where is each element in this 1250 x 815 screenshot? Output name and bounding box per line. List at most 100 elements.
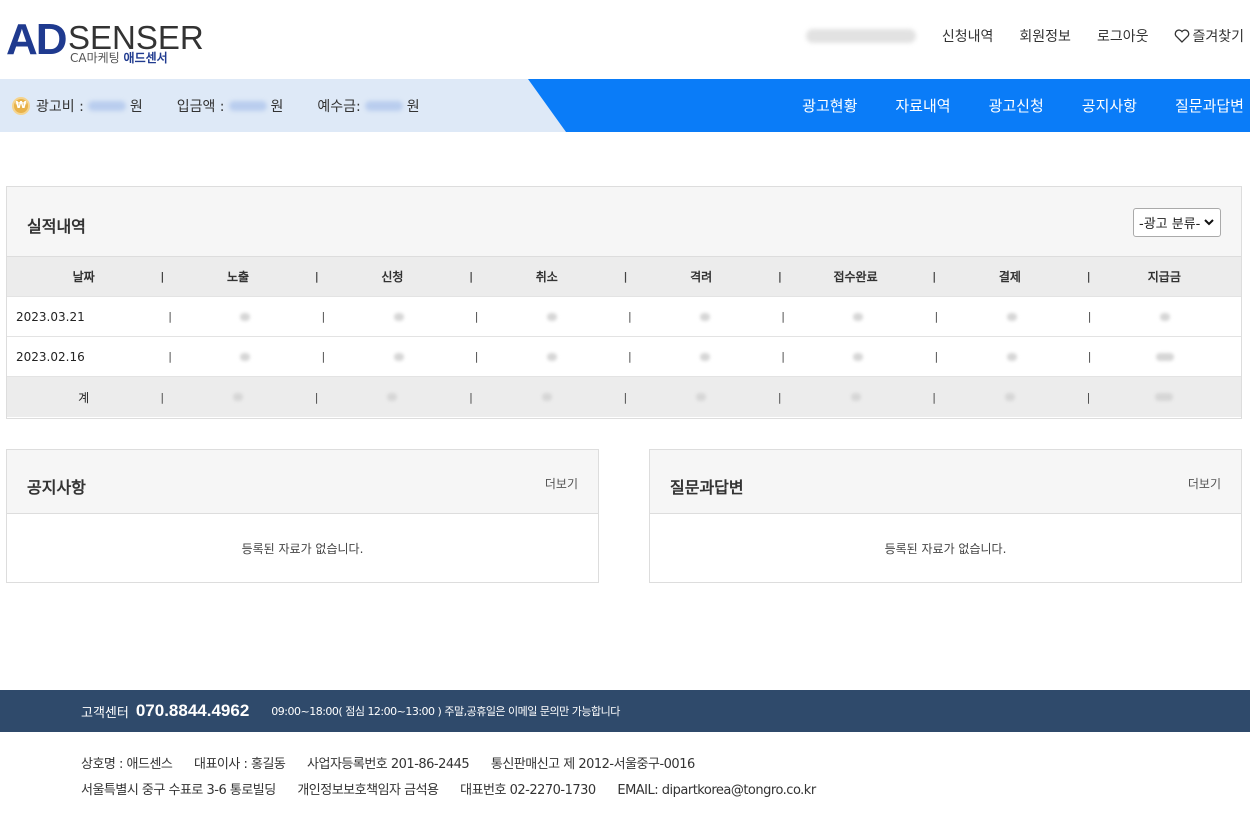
notice-header: 공지사항 더보기 — [7, 450, 598, 514]
table-row: 2023.03.21 | | | | | | | — [7, 297, 1241, 337]
reserve-value-redacted — [364, 100, 403, 111]
top-nav-applications[interactable]: 신청내역 — [942, 26, 994, 46]
company-info-line: 서울특별시 중구 수표로 3-6 통로빌딩 개인정보보호책임자 금석용 대표번호… — [81, 778, 834, 804]
email: EMAIL: dipartkorea@tongro.co.kr — [617, 783, 816, 798]
ad-category-select[interactable]: -광고 분류- — [1133, 208, 1221, 237]
qna-header: 질문과답변 더보기 — [650, 450, 1241, 514]
company-name: 상호명 : 애드센스 — [81, 757, 173, 772]
redacted-cell — [629, 310, 781, 324]
redacted-cell — [323, 310, 475, 324]
favorites-link[interactable]: 즐겨찾기 — [1174, 26, 1244, 46]
performance-title: 실적내역 — [27, 217, 86, 236]
ad-fee-unit: 원 — [129, 98, 143, 115]
column-header: 결제 — [998, 270, 1021, 284]
reserve-unit: 원 — [406, 98, 420, 115]
column-header: 신청 — [381, 270, 404, 284]
redacted-cell — [169, 310, 321, 324]
nav-notice[interactable]: 공지사항 — [1082, 95, 1137, 116]
table-row: 2023.02.16 | | | | | | | — [7, 337, 1241, 377]
ecommerce-registration: 통신판매신고 제 2012-서울중구-0016 — [490, 757, 695, 772]
cs-label: 고객센터 — [81, 705, 129, 721]
logo-sub-name: 애드센서 — [123, 51, 168, 65]
reserve: 예수금: 원 — [317, 96, 419, 116]
redacted-cell — [470, 390, 623, 404]
performance-table: 날짜 | 노출 | 신청 | 취소 | 격려 | 접수완료 | 결제 | 지급금… — [7, 257, 1241, 417]
logo-ad-text: AD — [6, 15, 68, 64]
redacted-cell — [629, 350, 781, 364]
notice-empty-message: 등록된 자료가 없습니다. — [241, 542, 364, 556]
top-nav-logout[interactable]: 로그아웃 — [1097, 26, 1149, 46]
logo-subtitle: CA마케팅 애드센서 — [70, 51, 168, 65]
qna-box: 질문과답변 더보기 등록된 자료가 없습니다. — [649, 449, 1242, 583]
favorites-label: 즐겨찾기 — [1192, 29, 1244, 45]
redacted-cell — [323, 350, 475, 364]
chevron-down-icon — [1204, 219, 1214, 226]
row-date: 2023.02.16 — [16, 349, 85, 364]
qna-empty-message: 등록된 자료가 없습니다. — [884, 542, 1007, 556]
user-name-redacted — [805, 29, 916, 43]
column-header: 격려 — [690, 270, 713, 284]
privacy-officer: 개인정보보호책임자 금석용 — [297, 783, 439, 798]
cs-phone: 070.8844.4962 — [135, 701, 250, 720]
company-info-line: 상호명 : 애드센스 대표이사 : 홍길동 사업자등록번호 201-86-244… — [81, 752, 834, 778]
qna-title: 질문과답변 — [670, 478, 744, 497]
table-header-row: 날짜 | 노출 | 신청 | 취소 | 격려 | 접수완료 | 결제 | 지급금 — [7, 257, 1241, 297]
site-logo[interactable]: AD SENSER CA마케팅 애드센서 — [6, 15, 204, 70]
ad-fee-label: 광고비 : — [36, 98, 84, 115]
column-header: 취소 — [535, 270, 558, 284]
business-number: 사업자등록번호 201-86-2445 — [307, 757, 470, 772]
customer-center-bar: 고객센터 070.8844.4962 09:00~18:00( 점심 12:00… — [0, 690, 1250, 732]
main-phone: 대표번호 02-2270-1730 — [460, 783, 596, 798]
column-header: 날짜 — [72, 270, 95, 284]
redacted-cell — [169, 350, 321, 364]
redacted-cell — [161, 390, 314, 404]
nav-ad-status[interactable]: 광고현황 — [802, 95, 857, 116]
performance-header: 실적내역 -광고 분류- — [7, 187, 1241, 257]
deposit-unit: 원 — [270, 98, 284, 115]
coin-icon: ₩ — [12, 96, 30, 115]
redacted-cell — [476, 350, 628, 364]
performance-panel: 실적내역 -광고 분류- 날짜 | 노출 | 신청 | 취소 | 격려 | 접수… — [6, 186, 1242, 419]
deposit-label: 입금액 : — [176, 98, 225, 115]
redacted-cell — [1088, 390, 1241, 404]
row-date: 2023.03.21 — [16, 309, 85, 324]
redacted-cell — [779, 390, 932, 404]
column-header: 노출 — [227, 270, 250, 284]
ad-fee: ₩ 광고비 : 원 — [12, 96, 143, 116]
total-label: 계 — [78, 390, 90, 405]
balance-info: ₩ 광고비 : 원 입금액 : 원 예수금: 원 — [12, 79, 454, 132]
ad-category-value: -광고 분류- — [1139, 217, 1201, 232]
ceo: 대표이사 : 홍길동 — [194, 757, 286, 772]
main-nav: 광고현황 자료내역 광고신청 공지사항 질문과답변 — [764, 79, 1244, 132]
top-nav: 신청내역 회원정보 로그아웃 즐겨찾기 — [805, 26, 1244, 46]
heart-icon — [1175, 29, 1190, 43]
deposit: 입금액 : 원 — [177, 96, 284, 116]
balance-nav-bar: ₩ 광고비 : 원 입금액 : 원 예수금: 원 광고현황 자료내역 광고신청 … — [0, 79, 1250, 132]
table-total-row: 계 | | | | | | | — [7, 377, 1241, 417]
nav-qna[interactable]: 질문과답변 — [1175, 95, 1244, 116]
redacted-cell — [782, 350, 934, 364]
column-header: 접수완료 — [833, 270, 878, 284]
redacted-cell — [1089, 350, 1241, 364]
notice-title: 공지사항 — [27, 478, 86, 497]
qna-more-link[interactable]: 더보기 — [1188, 475, 1221, 492]
deposit-value-redacted — [228, 100, 267, 111]
top-nav-member-info[interactable]: 회원정보 — [1019, 26, 1071, 46]
redacted-cell — [933, 390, 1086, 404]
cs-hours: 09:00~18:00( 점심 12:00~13:00 ) 주말,공휴일은 이메… — [271, 705, 620, 718]
redacted-cell — [936, 310, 1088, 324]
redacted-cell — [782, 310, 934, 324]
nav-data-history[interactable]: 자료내역 — [895, 95, 950, 116]
redacted-cell — [936, 350, 1088, 364]
column-header: 지급금 — [1147, 270, 1181, 284]
redacted-cell — [1089, 310, 1241, 324]
redacted-cell — [476, 310, 628, 324]
address: 서울특별시 중구 수표로 3-6 통로빌딩 — [81, 783, 276, 798]
ad-fee-value-redacted — [87, 100, 126, 111]
company-info: 상호명 : 애드센스 대표이사 : 홍길동 사업자등록번호 201-86-244… — [81, 752, 834, 804]
site-header: AD SENSER CA마케팅 애드센서 신청내역 회원정보 로그아웃 즐겨찾기 — [0, 0, 1250, 79]
nav-ad-apply[interactable]: 광고신청 — [989, 95, 1044, 116]
notice-box: 공지사항 더보기 등록된 자료가 없습니다. — [6, 449, 599, 583]
notice-more-link[interactable]: 더보기 — [545, 475, 578, 492]
redacted-cell — [625, 390, 778, 404]
